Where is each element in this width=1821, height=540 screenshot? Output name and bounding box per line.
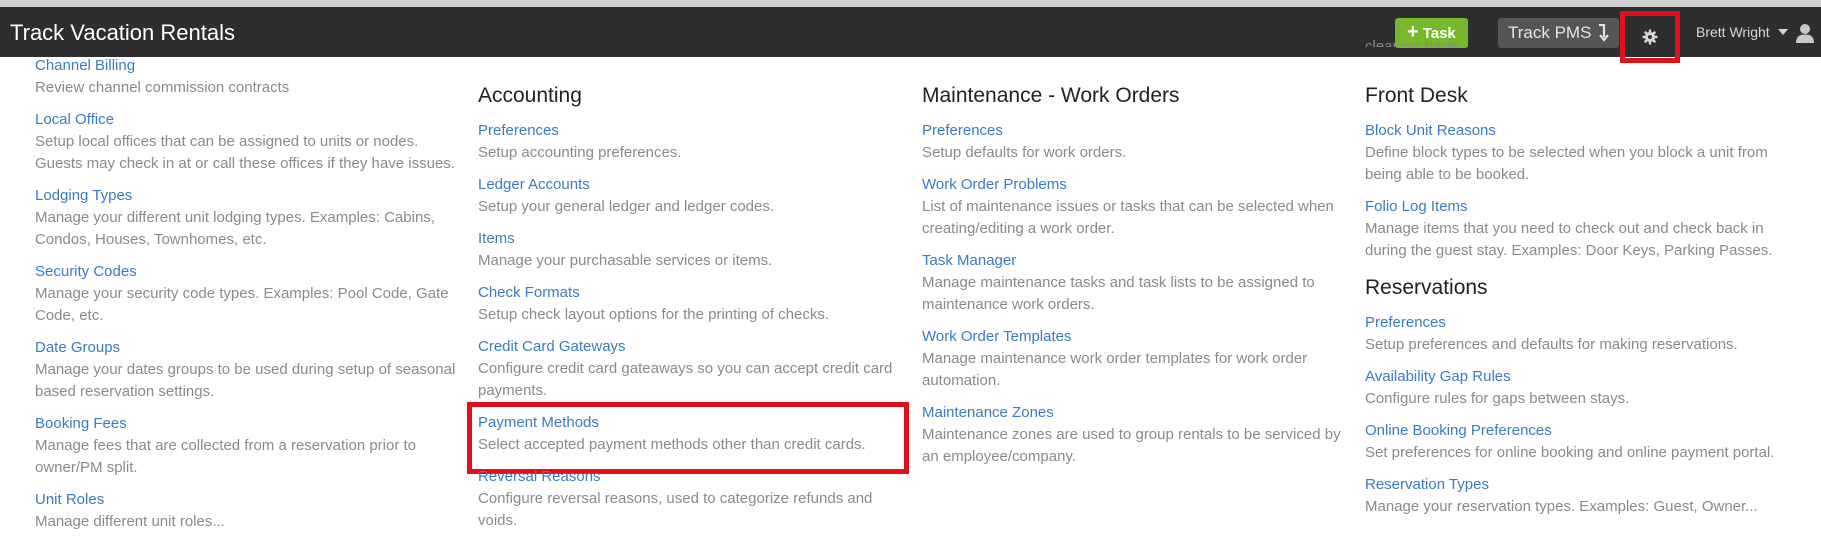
section-heading-reservations: Reservations — [1365, 276, 1488, 299]
settings-entry: Booking Fees Manage fees that are collect… — [35, 413, 465, 479]
entry-description: Define block types to be selected when y… — [1365, 144, 1768, 183]
link-accounting-preferences[interactable]: Preferences — [478, 120, 908, 142]
entry-description: Manage your dates groups to be used duri… — [35, 361, 456, 400]
entry-description: Review channel commission contracts — [35, 79, 290, 96]
section-heading-accounting: Accounting — [478, 84, 582, 107]
link-local-office[interactable]: Local Office — [35, 109, 465, 131]
settings-column-maintenance: Maintenance - Work Orders Preferences Set… — [922, 50, 1352, 478]
entry-description: Manage fees that are collected from a re… — [35, 437, 417, 476]
entry-description: Configure credit card gateaways so you c… — [478, 360, 893, 399]
settings-entry: Lodging Types Manage your different unit … — [35, 185, 465, 251]
settings-entry: Channel Billing Review channel commission… — [35, 55, 465, 99]
entry-description: Select accepted payment methods other th… — [478, 436, 866, 453]
entry-description: Manage maintenance tasks and task lists … — [922, 274, 1315, 313]
settings-column-accounting: Accounting Preferences Setup accounting p… — [467, 50, 909, 540]
entry-description: Maintenance zones are used to group rent… — [922, 426, 1341, 465]
link-ledger-accounts[interactable]: Ledger Accounts — [478, 174, 908, 196]
link-folio-log-items[interactable]: Folio Log Items — [1365, 196, 1795, 218]
pms-button-label: Track PMS — [1508, 23, 1592, 42]
settings-entry: Date Groups Manage your dates groups to b… — [35, 337, 465, 403]
settings-entry: Local Office Setup local offices that can… — [35, 109, 465, 175]
settings-entry: Block Unit Reasons Define block types to … — [1365, 120, 1795, 186]
link-reversal-reasons[interactable]: Reversal Reasons — [478, 466, 908, 488]
settings-entry: Availability Gap Rules Configure rules fo… — [1365, 366, 1795, 410]
settings-entry: Maintenance Zones Maintenance zones are u… — [922, 402, 1352, 468]
link-reservation-preferences[interactable]: Preferences — [1365, 312, 1795, 334]
link-reservation-types[interactable]: Reservation Types — [1365, 474, 1795, 496]
entry-description: Manage your purchasable services or item… — [478, 252, 773, 269]
settings-entry: Work Order Templates Manage maintenance w… — [922, 326, 1352, 392]
app-title[interactable]: Track Vacation Rentals — [10, 20, 235, 46]
track-pms-button[interactable]: Track PMS — [1498, 18, 1620, 48]
settings-entry: Ledger Accounts Setup your general ledger… — [478, 174, 908, 218]
entry-description: Configure rules for gaps between stays. — [1365, 390, 1630, 407]
settings-entry: Folio Log Items Manage items that you nee… — [1365, 196, 1795, 262]
user-menu[interactable]: Brett Wright — [1696, 24, 1788, 40]
entry-description: Manage maintenance work order templates … — [922, 350, 1308, 389]
link-lodging-types[interactable]: Lodging Types — [35, 185, 465, 207]
link-work-order-problems[interactable]: Work Order Problems — [922, 174, 1352, 196]
entry-description: Set preferences for online booking and o… — [1365, 444, 1775, 461]
entry-description: Manage items that you need to check out … — [1365, 220, 1773, 259]
link-unit-roles[interactable]: Unit Roles — [35, 489, 465, 511]
link-work-order-preferences[interactable]: Preferences — [922, 120, 1352, 142]
entry-description: Manage different unit roles... — [35, 513, 225, 530]
user-avatar-icon[interactable] — [1795, 23, 1815, 43]
settings-entry: Preferences Setup preferences and default… — [1365, 312, 1795, 356]
link-task-manager[interactable]: Task Manager — [922, 250, 1352, 272]
settings-entry: Credit Card Gateways Configure credit car… — [478, 336, 908, 402]
settings-entry: Items Manage your purchasable services or… — [478, 228, 908, 272]
settings-entry: Task Manager Manage maintenance tasks and… — [922, 250, 1352, 316]
settings-entry: Reversal Reasons Configure reversal reaso… — [478, 466, 908, 532]
entry-description: Setup local offices that can be assigned… — [35, 133, 455, 172]
link-check-formats[interactable]: Check Formats — [478, 282, 908, 304]
settings-entry: Preferences Setup defaults for work order… — [922, 120, 1352, 164]
arrow-turn-down-icon — [1599, 24, 1610, 42]
entry-description: Setup your general ledger and ledger cod… — [478, 198, 775, 215]
entry-description: Setup check layout options for the print… — [478, 306, 830, 323]
entry-description: Manage your different unit lodging types… — [35, 209, 435, 248]
settings-entry: Security Codes Manage your security code … — [35, 261, 465, 327]
settings-entry: Preferences Setup accounting preferences. — [478, 120, 908, 164]
link-maintenance-zones[interactable]: Maintenance Zones — [922, 402, 1352, 424]
entry-description: Manage your reservation types. Examples:… — [1365, 498, 1758, 515]
settings-entry: Work Order Problems List of maintenance i… — [922, 174, 1352, 240]
link-security-codes[interactable]: Security Codes — [35, 261, 465, 283]
section-heading-maintenance: Maintenance - Work Orders — [922, 84, 1180, 107]
section-heading-front-desk: Front Desk — [1365, 84, 1468, 107]
settings-column-1: Channel Billing Review channel commission… — [35, 50, 465, 540]
clipped-description: cleaning types. — [1365, 38, 1466, 47]
entry-description: Setup defaults for work orders. — [922, 144, 1127, 161]
entry-description: Setup accounting preferences. — [478, 144, 682, 161]
link-availability-gap-rules[interactable]: Availability Gap Rules — [1365, 366, 1795, 388]
top-navbar: Track Vacation Rentals + Task Track PMS … — [0, 0, 1821, 63]
settings-entry: Check Formats Setup check layout options … — [478, 282, 908, 326]
user-name: Brett Wright — [1696, 24, 1770, 40]
link-work-order-templates[interactable]: Work Order Templates — [922, 326, 1352, 348]
link-items[interactable]: Items — [478, 228, 908, 250]
settings-entry-highlighted: Payment Methods Select accepted payment m… — [467, 402, 909, 474]
settings-entry: Unit Roles Manage different unit roles... — [35, 489, 465, 533]
link-online-booking-preferences[interactable]: Online Booking Preferences — [1365, 420, 1795, 442]
link-date-groups[interactable]: Date Groups — [35, 337, 465, 359]
entry-description: Setup preferences and defaults for makin… — [1365, 336, 1738, 353]
settings-entry: Online Booking Preferences Set preference… — [1365, 420, 1795, 464]
entry-description: Manage your security code types. Example… — [35, 285, 449, 324]
link-payment-methods[interactable]: Payment Methods — [478, 412, 908, 434]
link-booking-fees[interactable]: Booking Fees — [35, 413, 465, 435]
gear-icon — [1642, 29, 1658, 45]
link-block-unit-reasons[interactable]: Block Unit Reasons — [1365, 120, 1795, 142]
settings-column-front-desk: cleaning types. Front Desk Block Unit Re… — [1365, 38, 1795, 528]
caret-down-icon — [1777, 29, 1788, 35]
link-channel-billing[interactable]: Channel Billing — [35, 55, 465, 77]
link-credit-card-gateways[interactable]: Credit Card Gateways — [478, 336, 908, 358]
entry-description: List of maintenance issues or tasks that… — [922, 198, 1334, 237]
settings-entry: Reservation Types Manage your reservation… — [1365, 474, 1795, 518]
entry-description: Configure reversal reasons, used to cate… — [478, 490, 873, 529]
